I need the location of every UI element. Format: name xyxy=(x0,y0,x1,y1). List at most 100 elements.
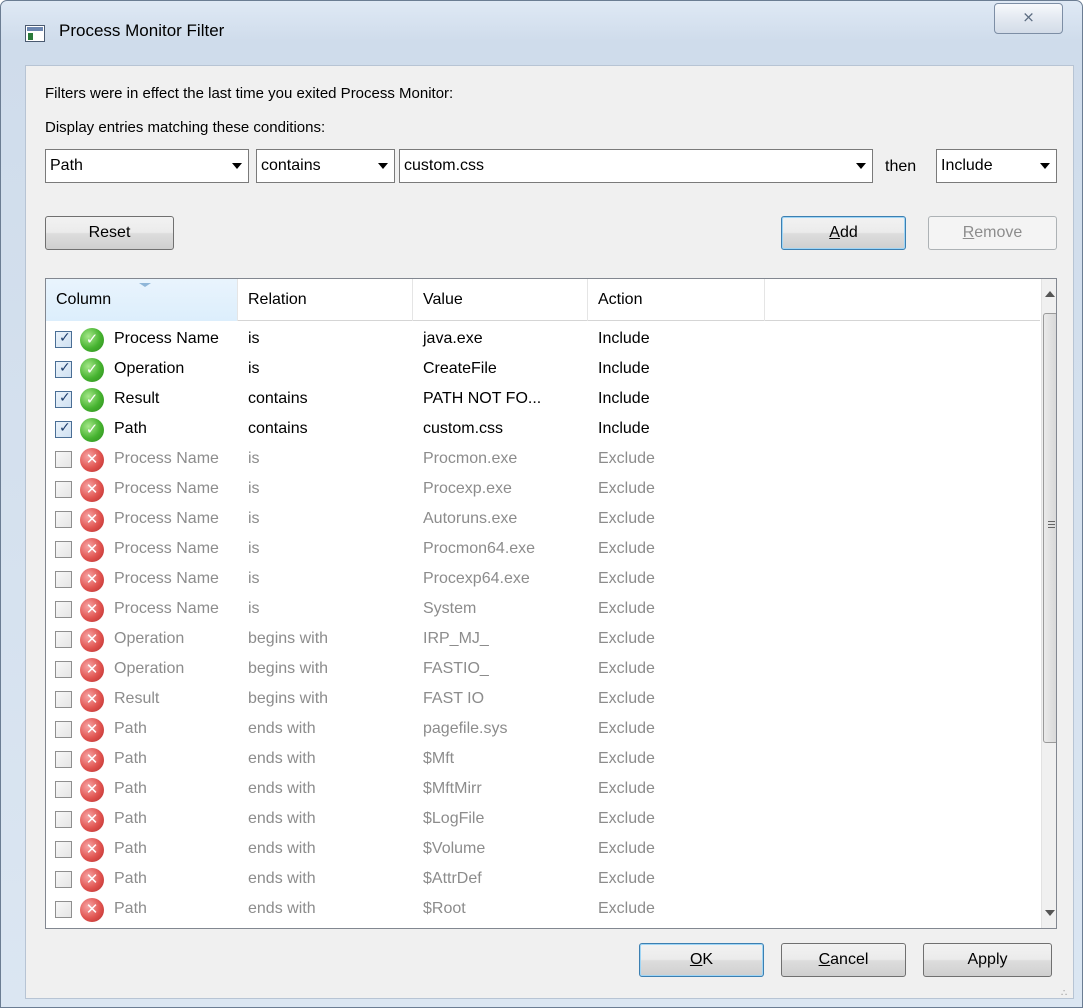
row-checkbox[interactable] xyxy=(55,571,72,588)
row-column: Process Name xyxy=(114,330,219,347)
relation-select[interactable]: contains xyxy=(256,149,395,183)
row-checkbox[interactable] xyxy=(55,541,72,558)
row-checkbox[interactable] xyxy=(55,661,72,678)
header-value[interactable]: Value xyxy=(413,279,588,321)
row-relation: ends with xyxy=(248,840,316,857)
filter-row[interactable]: ✓ ✓ Result contains PATH NOT FO... Include xyxy=(46,385,1040,415)
filter-row[interactable]: ✓ ✓ Path contains custom.css Include xyxy=(46,415,1040,445)
ok-label-rest: K xyxy=(702,951,714,968)
filter-row[interactable]: ✕ Path ends with $MftMirr Exclude xyxy=(46,775,1040,805)
exclude-x-icon: ✕ xyxy=(80,718,104,742)
remove-label-rest: emove xyxy=(974,224,1023,241)
row-checkbox[interactable] xyxy=(55,901,72,918)
scroll-down-icon[interactable] xyxy=(1045,910,1055,916)
row-action: Exclude xyxy=(598,540,655,557)
filter-row[interactable]: ✕ Result begins with FAST IO Exclude xyxy=(46,685,1040,715)
filter-row[interactable]: ✕ Process Name is Procmon64.exe Exclude xyxy=(46,535,1040,565)
apply-button[interactable]: Apply xyxy=(923,943,1052,977)
row-checkbox[interactable]: ✓ xyxy=(55,389,72,408)
filter-row[interactable]: ✓ ✓ Process Name is java.exe Include xyxy=(46,325,1040,355)
row-action: Exclude xyxy=(598,630,655,647)
row-action: Exclude xyxy=(598,570,655,587)
remove-button[interactable]: Remove xyxy=(928,216,1057,250)
filter-row[interactable]: ✕ Path ends with $Volume Exclude xyxy=(46,835,1040,865)
relation-select-value: contains xyxy=(261,157,321,174)
filter-row[interactable]: ✓ ✓ Operation is CreateFile Include xyxy=(46,355,1040,385)
exclude-x-icon: ✕ xyxy=(80,868,104,892)
row-action: Exclude xyxy=(598,780,655,797)
row-checkbox[interactable]: ✓ xyxy=(55,419,72,438)
chevron-down-icon xyxy=(232,163,242,169)
row-checkbox[interactable] xyxy=(55,751,72,768)
header-column-label: Column xyxy=(56,291,112,308)
filter-row[interactable]: ✕ Process Name is Autoruns.exe Exclude xyxy=(46,505,1040,535)
row-value: PATH NOT FO... xyxy=(423,390,542,407)
row-relation: is xyxy=(248,450,260,467)
row-column: Operation xyxy=(114,360,185,377)
reset-button[interactable]: Reset xyxy=(45,216,174,250)
row-value: $MftMirr xyxy=(423,780,482,797)
filter-list[interactable]: Column Relation Value Action ✓ ✓ Process N… xyxy=(45,278,1057,929)
header-action[interactable]: Action xyxy=(588,279,765,321)
filter-row[interactable]: ✕ Path ends with $Root Exclude xyxy=(46,895,1040,925)
row-checkbox[interactable] xyxy=(55,481,72,498)
row-checkbox[interactable] xyxy=(55,601,72,618)
chevron-down-icon xyxy=(1040,163,1050,169)
row-action: Exclude xyxy=(598,900,655,917)
row-checkbox[interactable] xyxy=(55,871,72,888)
conditions-label: Display entries matching these condition… xyxy=(45,119,326,136)
row-action: Exclude xyxy=(598,870,655,887)
row-value: IRP_MJ_ xyxy=(423,630,489,647)
row-action: Exclude xyxy=(598,450,655,467)
close-button[interactable]: ⨯ xyxy=(994,3,1063,34)
row-checkbox[interactable] xyxy=(55,721,72,738)
row-checkbox[interactable] xyxy=(55,691,72,708)
row-action: Include xyxy=(598,390,650,407)
row-checkbox[interactable] xyxy=(55,451,72,468)
filter-row[interactable]: ✕ Process Name is Procexp.exe Exclude xyxy=(46,475,1040,505)
row-value: System xyxy=(423,600,477,617)
scrollbar-thumb[interactable] xyxy=(1043,313,1056,743)
row-checkbox[interactable] xyxy=(55,841,72,858)
filter-row[interactable]: ✕ Process Name is System Exclude xyxy=(46,595,1040,625)
row-value: $Volume xyxy=(423,840,486,857)
row-checkbox[interactable] xyxy=(55,511,72,528)
scroll-up-icon[interactable] xyxy=(1045,291,1055,297)
value-combo[interactable]: custom.css xyxy=(399,149,873,183)
include-check-icon: ✓ xyxy=(80,358,104,382)
filter-row[interactable]: ✕ Operation begins with FASTIO_ Exclude xyxy=(46,655,1040,685)
row-column: Path xyxy=(114,750,147,767)
filter-row[interactable]: ✕ Operation begins with IRP_MJ_ Exclude xyxy=(46,625,1040,655)
exclude-x-icon: ✕ xyxy=(80,598,104,622)
ok-accesskey: O xyxy=(689,951,703,968)
header-relation[interactable]: Relation xyxy=(238,279,413,321)
row-checkbox[interactable] xyxy=(55,811,72,828)
add-button[interactable]: Add xyxy=(781,216,906,250)
cancel-button[interactable]: Cancel xyxy=(781,943,906,977)
then-label: then xyxy=(885,158,917,175)
row-checkbox[interactable] xyxy=(55,781,72,798)
column-select[interactable]: Path xyxy=(45,149,249,183)
row-checkbox[interactable] xyxy=(55,631,72,648)
filter-row[interactable]: ✕ Process Name is Procexp64.exe Exclude xyxy=(46,565,1040,595)
resize-grip-icon[interactable]: ∴ xyxy=(1061,988,1067,999)
action-select[interactable]: Include xyxy=(936,149,1057,183)
include-check-icon: ✓ xyxy=(80,418,104,442)
filter-row[interactable]: ✕ Process Name is Procmon.exe Exclude xyxy=(46,445,1040,475)
row-column: Process Name xyxy=(114,600,219,617)
vertical-scrollbar[interactable] xyxy=(1041,279,1056,928)
filter-row[interactable]: ✕ Path ends with $LogFile Exclude xyxy=(46,805,1040,835)
exclude-x-icon: ✕ xyxy=(80,508,104,532)
row-action: Exclude xyxy=(598,840,655,857)
filter-row[interactable]: ✕ Path ends with $AttrDef Exclude xyxy=(46,865,1040,895)
header-column[interactable]: Column xyxy=(46,279,238,321)
ok-button[interactable]: OK xyxy=(639,943,764,977)
row-relation: begins with xyxy=(248,660,329,677)
column-select-value: Path xyxy=(50,157,83,174)
remove-accesskey: R xyxy=(962,224,975,241)
filter-row[interactable]: ✕ Path ends with $Mft Exclude xyxy=(46,745,1040,775)
row-checkbox[interactable]: ✓ xyxy=(55,329,72,348)
filter-row[interactable]: ✕ Path ends with pagefile.sys Exclude xyxy=(46,715,1040,745)
row-checkbox[interactable]: ✓ xyxy=(55,359,72,378)
row-value: Procmon64.exe xyxy=(423,540,536,557)
